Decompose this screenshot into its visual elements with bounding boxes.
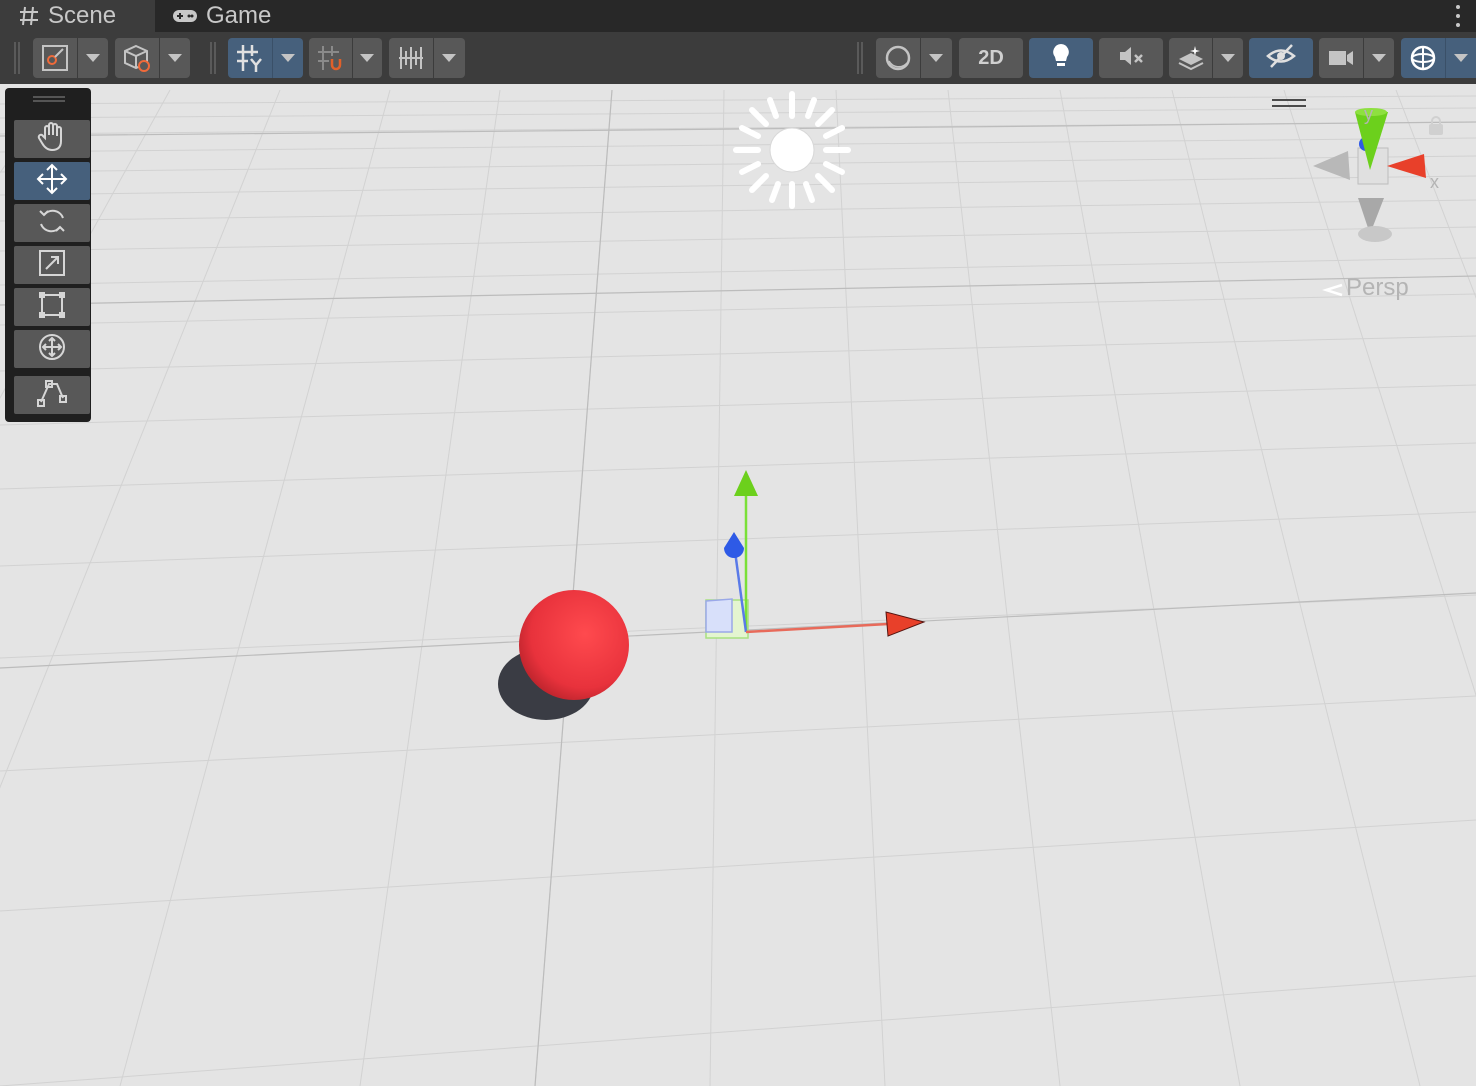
- scene-visibility-button[interactable]: [1249, 38, 1313, 78]
- move-icon: [35, 162, 69, 201]
- projection-label[interactable]: Persp: [1346, 274, 1409, 302]
- view-options-button[interactable]: [115, 38, 190, 78]
- scale-tool-button[interactable]: [14, 246, 90, 284]
- scale-icon: [37, 248, 67, 283]
- grid-hash-icon: [18, 5, 40, 27]
- tab-scene-label: Scene: [48, 2, 117, 29]
- grid-y-icon: [228, 38, 272, 78]
- transform-icon: [35, 330, 69, 369]
- transform-tool-button[interactable]: [14, 330, 90, 368]
- chevron-down-icon[interactable]: [351, 38, 382, 78]
- chevron-down-icon[interactable]: [1212, 38, 1243, 78]
- x-axis-cone[interactable]: [1387, 154, 1426, 178]
- effects-button[interactable]: [1169, 38, 1243, 78]
- cube-icon: [115, 38, 159, 78]
- toolbar-grip[interactable]: [14, 42, 20, 74]
- tab-game[interactable]: Game: [158, 0, 308, 32]
- hand-icon: [36, 121, 68, 158]
- gizmo-y-label: y: [1364, 104, 1373, 124]
- gizmos-button[interactable]: [1401, 38, 1476, 78]
- move-tool-button[interactable]: [14, 162, 90, 200]
- scene-viewport[interactable]: y x Persp: [0, 84, 1476, 1086]
- shaded-sphere-icon: [876, 38, 920, 78]
- rotate-icon: [36, 205, 68, 242]
- ruler-icon: [389, 38, 433, 78]
- move-gizmo[interactable]: [690, 464, 940, 664]
- tools-overlay-grip[interactable]: [33, 96, 65, 102]
- toolbar-grip[interactable]: [857, 42, 863, 74]
- neg-x-cone[interactable]: [1313, 151, 1350, 180]
- toolbar-grip[interactable]: [210, 42, 216, 74]
- grid-snap-icon: [309, 38, 352, 78]
- lightbulb-icon: [1048, 41, 1074, 76]
- neg-y-cone-base: [1358, 226, 1392, 242]
- gamepad-icon: [172, 7, 198, 25]
- chevron-down-icon[interactable]: [159, 38, 190, 78]
- directional-light-icon[interactable]: [728, 88, 856, 216]
- tab-scene[interactable]: Scene: [0, 0, 155, 32]
- chevron-down-icon[interactable]: [1445, 38, 1476, 78]
- hand-tool-button[interactable]: [14, 120, 90, 158]
- toggle-2d-label: 2D: [978, 46, 1004, 69]
- grid-snapping-button[interactable]: [309, 38, 382, 78]
- layers-effects-icon: [1169, 38, 1212, 78]
- tool-settings-button[interactable]: [33, 38, 108, 78]
- lighting-toggle-button[interactable]: [1029, 38, 1093, 78]
- eye-hidden-icon: [1265, 41, 1297, 76]
- sphere-object[interactable]: [490, 584, 640, 734]
- window-tab-bar: Scene Game: [0, 0, 1476, 32]
- grid-visibility-button[interactable]: [228, 38, 303, 78]
- x-axis-cone[interactable]: [885, 611, 926, 637]
- camera-icon: [1319, 38, 1363, 78]
- mute-speaker-icon: [1116, 41, 1146, 76]
- rotate-tool-button[interactable]: [14, 204, 90, 242]
- yz-plane-handle[interactable]: [705, 598, 733, 633]
- rect-tool-button[interactable]: [14, 288, 90, 326]
- tab-game-label: Game: [206, 2, 272, 29]
- more-options-icon[interactable]: [1454, 3, 1462, 29]
- chevron-down-icon[interactable]: [433, 38, 464, 78]
- x-axis-line: [745, 622, 889, 634]
- chevron-down-icon[interactable]: [77, 38, 108, 78]
- audio-toggle-button[interactable]: [1099, 38, 1163, 78]
- scene-toolbar: 2D: [0, 32, 1476, 84]
- rect-transform-icon: [36, 289, 68, 326]
- custom-tool-icon: [35, 376, 69, 415]
- persp-arrow-icon: [1321, 283, 1344, 302]
- custom-tool-button[interactable]: [14, 376, 90, 414]
- increment-snapping-button[interactable]: [389, 38, 465, 78]
- scene-camera-button[interactable]: [1319, 38, 1394, 78]
- lock-icon[interactable]: [1428, 116, 1444, 141]
- draw-mode-button[interactable]: [876, 38, 952, 78]
- gizmo-icon: [1401, 38, 1445, 78]
- tools-overlay: [5, 88, 91, 422]
- toggle-2d-button[interactable]: 2D: [959, 38, 1023, 78]
- gizmo-x-label: x: [1430, 172, 1439, 192]
- chevron-down-icon[interactable]: [272, 38, 303, 78]
- y-axis-cone[interactable]: [734, 470, 758, 496]
- z-axis-cone[interactable]: [724, 532, 744, 558]
- tool-settings-icon: [33, 38, 77, 78]
- chevron-down-icon[interactable]: [920, 38, 951, 78]
- chevron-down-icon[interactable]: [1363, 38, 1394, 78]
